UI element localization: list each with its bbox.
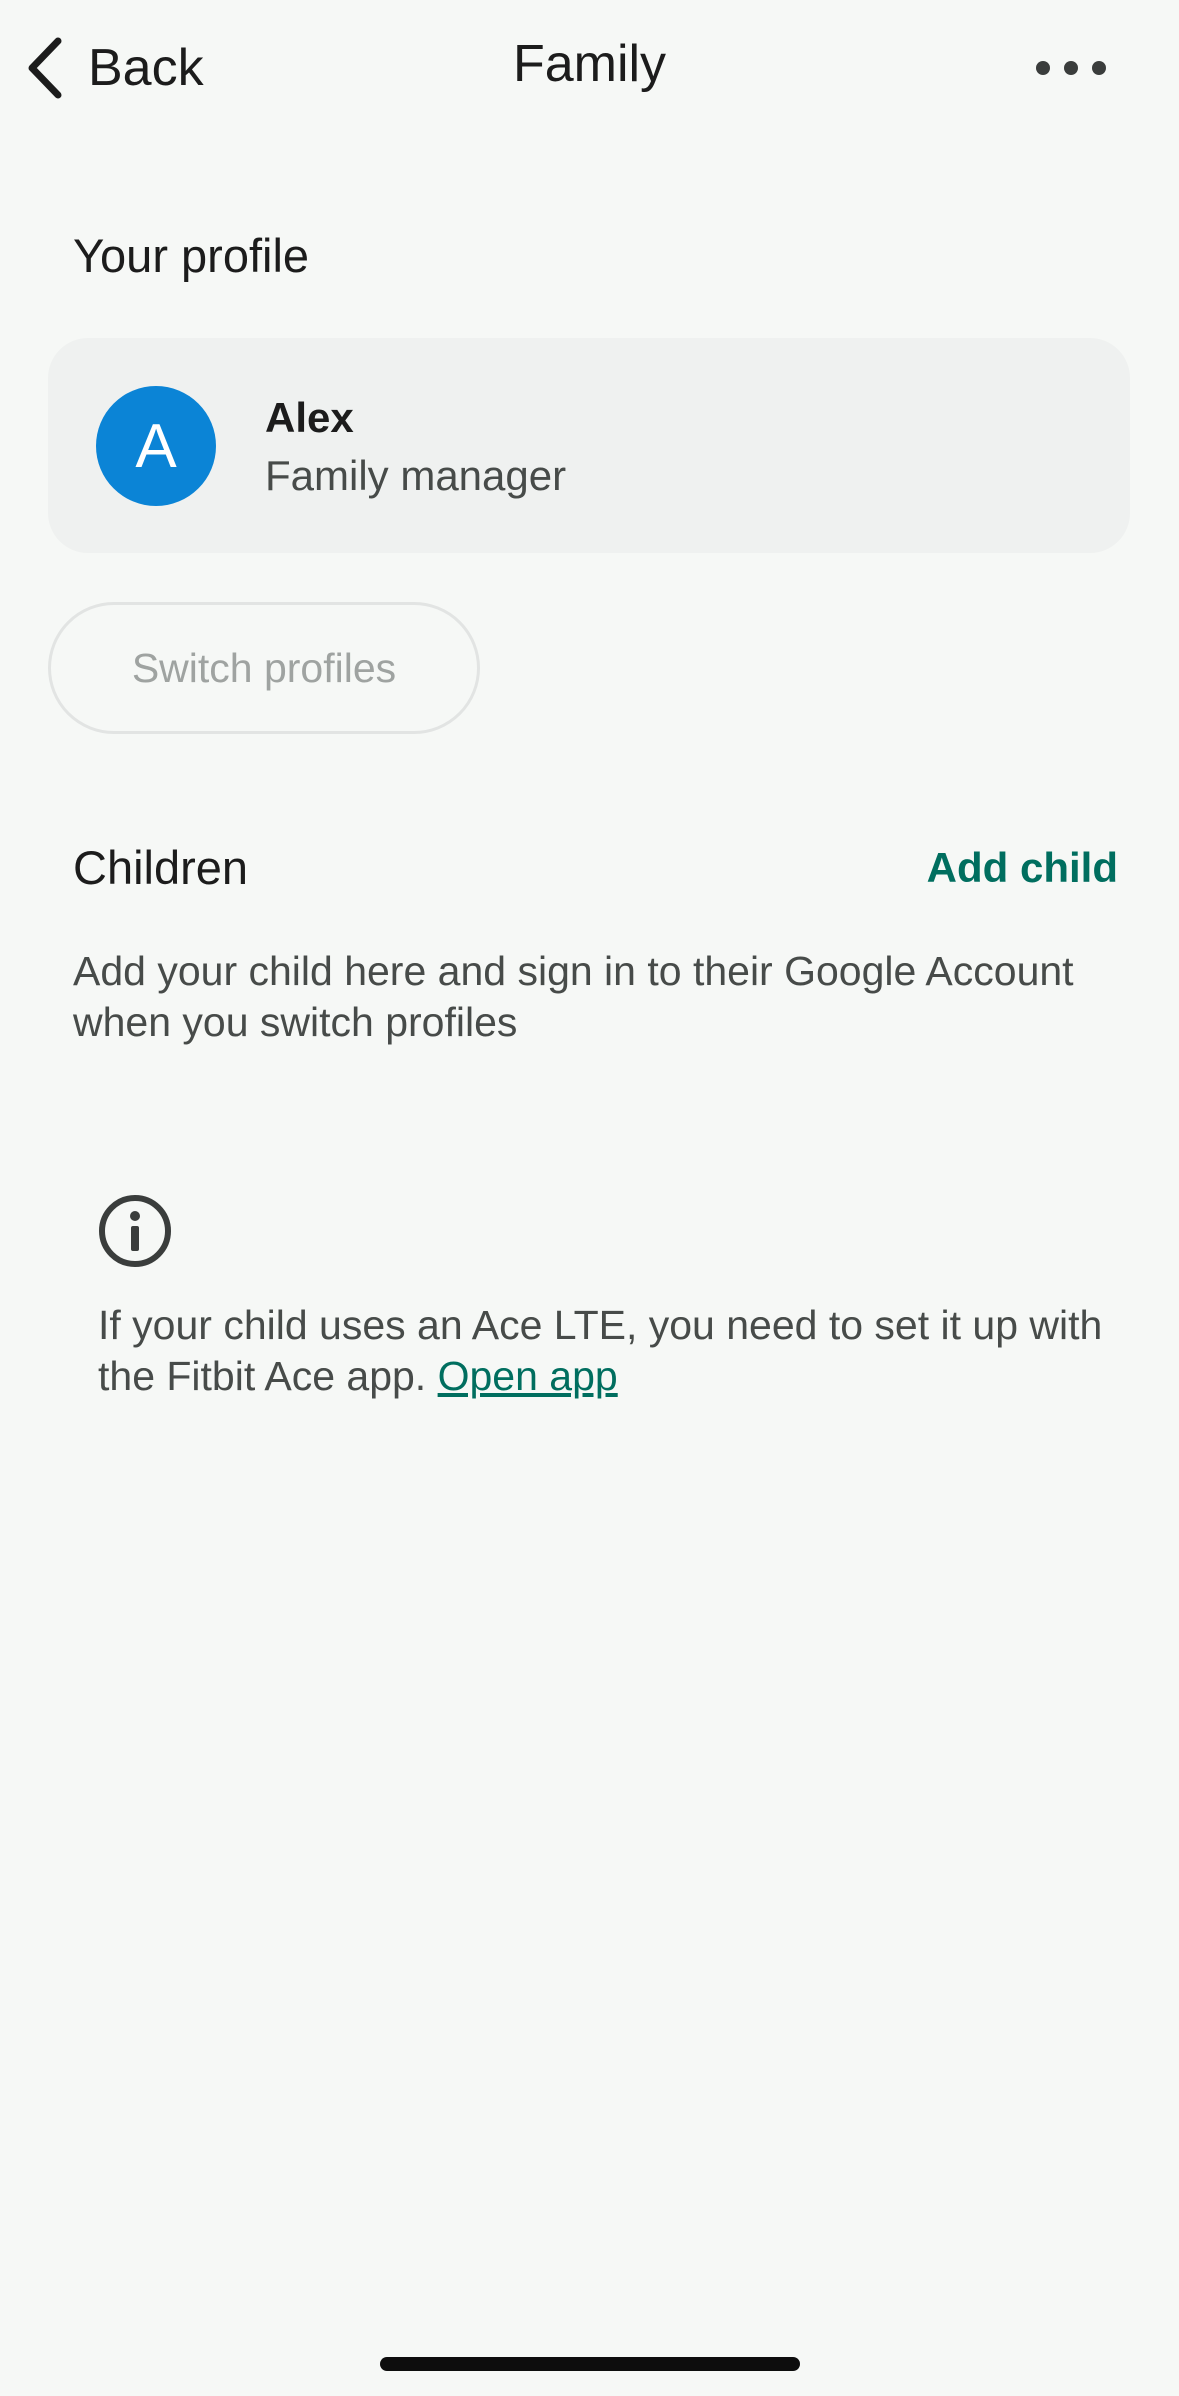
children-description: Add your child here and sign in to their… [73,948,1074,1045]
your-profile-heading: Your profile [73,229,310,282]
page-title: Family [512,35,667,93]
add-child-button[interactable]: Add child [927,844,1118,892]
info-icon [97,1193,173,1274]
profile-name: Alex [265,394,354,441]
home-indicator[interactable] [380,2357,800,2371]
profile-role: Family manager [265,452,567,499]
profile-card[interactable]: A Alex Family manager [48,338,1130,553]
avatar-initial: A [135,411,177,481]
more-horizontal-icon [1031,61,1111,92]
open-app-link[interactable]: Open app [438,1353,618,1399]
top-app-bar: Back Family [0,0,1179,135]
switch-profiles-button[interactable]: Switch profiles [48,602,480,734]
avatar: A [96,386,216,506]
children-heading: Children [73,841,249,894]
info-notice-text: If your child uses an Ace LTE, you need … [98,1300,1118,1402]
more-options-button[interactable] [1031,48,1111,88]
family-screen: Back Family Your profile A Alex Family m… [0,0,1179,2396]
switch-profiles-label: Switch profiles [131,644,397,691]
